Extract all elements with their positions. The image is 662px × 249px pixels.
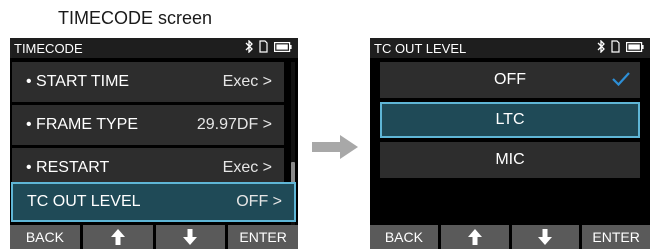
battery-icon bbox=[274, 41, 292, 52]
menu-item-frame-type[interactable]: • FRAME TYPE 29.97DF > bbox=[12, 105, 284, 145]
arrow-down-icon bbox=[183, 229, 198, 245]
back-button[interactable]: BACK bbox=[10, 225, 80, 249]
sd-card-icon bbox=[611, 40, 620, 53]
sd-card-icon bbox=[259, 40, 268, 53]
menu-item-label: TC OUT LEVEL bbox=[27, 193, 141, 210]
battery-icon bbox=[626, 41, 644, 52]
next-arrow-icon bbox=[312, 135, 358, 159]
menu-item-label: • RESTART bbox=[26, 159, 110, 176]
option-label: MIC bbox=[495, 151, 525, 168]
title-bar: TIMECODE bbox=[10, 38, 298, 58]
menu-item-label: • FRAME TYPE bbox=[26, 116, 138, 133]
screen-title: TIMECODE bbox=[14, 40, 83, 56]
title-bar: TC OUT LEVEL bbox=[370, 38, 650, 58]
status-icons bbox=[245, 40, 292, 53]
tc-out-level-screen: TC OUT LEVEL OFF LTC MIC BACK ENTER bbox=[370, 38, 650, 249]
back-button[interactable]: BACK bbox=[370, 225, 438, 249]
menu-item-value: Exec > bbox=[222, 159, 272, 176]
arrow-up-icon bbox=[467, 229, 482, 245]
down-button[interactable] bbox=[511, 225, 580, 249]
option-mic[interactable]: MIC bbox=[380, 142, 640, 178]
enter-button[interactable]: ENTER bbox=[228, 225, 298, 249]
option-label: LTC bbox=[495, 111, 525, 128]
menu-item-value: Exec > bbox=[222, 73, 272, 90]
screen-title: TC OUT LEVEL bbox=[374, 40, 467, 56]
bluetooth-icon bbox=[245, 40, 253, 53]
menu-item-tc-out-level[interactable]: TC OUT LEVEL OFF > bbox=[11, 182, 296, 222]
status-icons bbox=[597, 40, 644, 53]
enter-button[interactable]: ENTER bbox=[582, 225, 650, 249]
option-label: OFF bbox=[494, 71, 526, 88]
softkey-bar: BACK ENTER bbox=[370, 225, 650, 249]
arrow-down-icon bbox=[538, 229, 553, 245]
up-button[interactable] bbox=[82, 225, 153, 249]
arrow-up-icon bbox=[110, 229, 125, 245]
menu-item-label: • START TIME bbox=[26, 73, 130, 90]
menu-item-value: 29.97DF > bbox=[196, 116, 272, 133]
screen-caption: TIMECODE screen bbox=[58, 8, 213, 28]
down-button[interactable] bbox=[155, 225, 226, 249]
softkey-bar: BACK ENTER bbox=[10, 225, 298, 249]
check-icon bbox=[612, 72, 630, 87]
up-button[interactable] bbox=[440, 225, 509, 249]
bluetooth-icon bbox=[597, 40, 605, 53]
timecode-screen: TIMECODE • START TIME Exec > • FRAME TYP… bbox=[10, 38, 298, 249]
option-off[interactable]: OFF bbox=[380, 62, 640, 98]
menu-item-start-time[interactable]: • START TIME Exec > bbox=[12, 62, 284, 102]
option-ltc[interactable]: LTC bbox=[380, 102, 640, 138]
menu-item-value: OFF > bbox=[236, 193, 282, 210]
